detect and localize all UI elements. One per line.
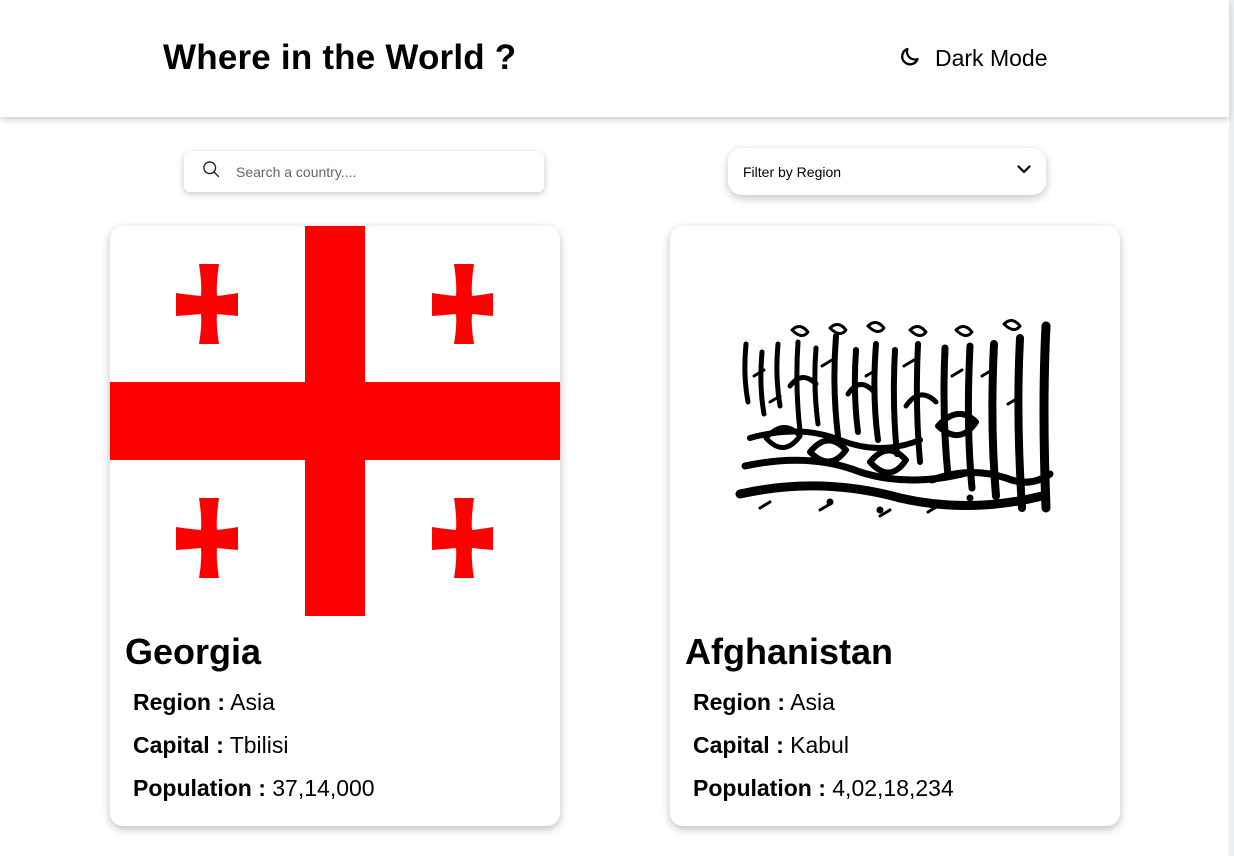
afghanistan-flag — [670, 226, 1120, 616]
region-label: Region : — [133, 689, 225, 715]
app-header: Where in the World ? Dark Mode — [0, 0, 1229, 117]
country-card-georgia[interactable]: Georgia Region : Asia Capital : Tbilisi … — [110, 226, 560, 826]
capital-label: Capital : — [693, 732, 784, 758]
page: Where in the World ? Dark Mode Filter by… — [0, 0, 1234, 856]
country-name: Georgia — [125, 631, 262, 672]
country-region: Region : Asia — [133, 689, 275, 716]
country-card-afghanistan[interactable]: Afghanistan Region : Asia Capital : Kabu… — [670, 226, 1120, 826]
country-population: Population : 37,14,000 — [133, 775, 375, 802]
region-value: Asia — [790, 689, 835, 715]
search-input[interactable] — [236, 163, 526, 180]
dark-mode-toggle[interactable]: Dark Mode — [900, 45, 1047, 72]
country-name: Afghanistan — [685, 631, 894, 672]
page-scrollbar-area — [1229, 0, 1234, 856]
capital-value: Tbilisi — [229, 732, 289, 758]
search-box[interactable] — [184, 151, 544, 192]
region-filter-select[interactable]: Filter by Region — [728, 148, 1046, 195]
capital-value: Kabul — [790, 732, 849, 758]
population-label: Population : — [693, 775, 826, 801]
region-filter-label: Filter by Region — [743, 163, 842, 180]
search-icon — [184, 159, 221, 184]
population-value: 37,14,000 — [272, 775, 375, 801]
chevron-down-icon — [1016, 161, 1032, 182]
dark-mode-label: Dark Mode — [935, 45, 1048, 71]
georgia-flag — [110, 226, 560, 616]
app-title: Where in the World ? — [163, 38, 517, 77]
country-region: Region : Asia — [693, 689, 835, 716]
moon-icon — [900, 45, 921, 72]
region-value: Asia — [230, 689, 275, 715]
population-label: Population : — [133, 775, 266, 801]
country-capital: Capital : Tbilisi — [133, 732, 289, 759]
country-population: Population : 4,02,18,234 — [693, 775, 954, 802]
country-capital: Capital : Kabul — [693, 732, 849, 759]
capital-label: Capital : — [133, 732, 224, 758]
region-label: Region : — [693, 689, 785, 715]
population-value: 4,02,18,234 — [832, 775, 954, 801]
